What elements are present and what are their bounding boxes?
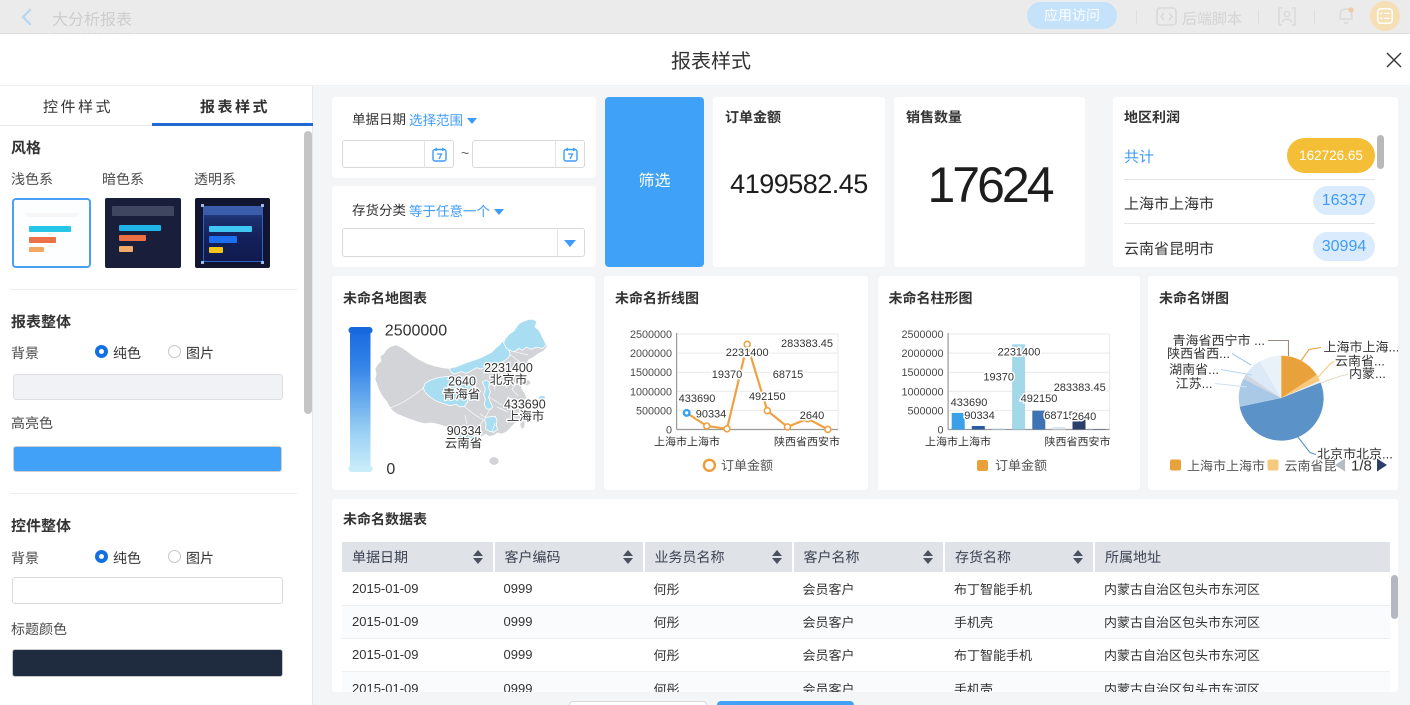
svg-text:上海市上海市: 上海市上海市 [925, 436, 991, 449]
svg-text:北京市: 北京市 [490, 373, 528, 387]
svg-text:云南省昆: 云南省昆 [1285, 459, 1337, 474]
svg-text:2231400: 2231400 [726, 347, 769, 359]
svg-text:433690: 433690 [679, 393, 716, 405]
svg-text:500000: 500000 [636, 405, 672, 417]
svg-text:492150: 492150 [1020, 393, 1057, 405]
svg-text:陕西省西...: 陕西省西... [1167, 346, 1230, 361]
svg-text:内蒙...: 内蒙... [1349, 366, 1386, 381]
svg-text:90334: 90334 [964, 410, 995, 422]
svg-text:1500000: 1500000 [630, 367, 672, 379]
svg-text:283383.45: 283383.45 [781, 338, 833, 350]
svg-text:2640: 2640 [800, 410, 824, 422]
svg-text:68715: 68715 [1044, 410, 1075, 422]
svg-text:90334: 90334 [696, 409, 727, 421]
svg-text:1/8: 1/8 [1351, 458, 1372, 475]
svg-text:2000000: 2000000 [630, 348, 672, 360]
svg-text:湖南省...: 湖南省... [1169, 362, 1219, 377]
svg-text:2640: 2640 [448, 375, 476, 389]
svg-text:1000000: 1000000 [901, 386, 943, 398]
svg-text:68715: 68715 [773, 369, 804, 381]
svg-text:0: 0 [666, 425, 672, 437]
svg-text:433690: 433690 [950, 397, 987, 409]
svg-text:陕西省西安市: 陕西省西安市 [1044, 436, 1110, 449]
svg-text:2640: 2640 [1071, 411, 1095, 423]
svg-text:1500000: 1500000 [901, 367, 943, 379]
svg-text:492150: 492150 [749, 391, 786, 403]
svg-text:上海市: 上海市 [507, 410, 545, 424]
svg-text:1000000: 1000000 [630, 386, 672, 398]
svg-text:2500000: 2500000 [385, 323, 447, 340]
svg-text:上海市上海...: 上海市上海... [1324, 340, 1399, 355]
svg-text:2000000: 2000000 [901, 348, 943, 360]
svg-text:订单金额: 订单金额 [995, 458, 1047, 473]
svg-text:0: 0 [937, 425, 943, 437]
svg-text:500000: 500000 [907, 405, 943, 417]
svg-text:云南省: 云南省 [445, 436, 483, 450]
svg-text:19370: 19370 [712, 369, 743, 381]
svg-text:2500000: 2500000 [901, 329, 943, 341]
svg-text:上海市上海市: 上海市上海市 [654, 436, 720, 449]
svg-text:青海省: 青海省 [443, 388, 481, 402]
svg-text:江苏...: 江苏... [1176, 376, 1213, 391]
svg-text:283383.45: 283383.45 [1053, 382, 1105, 394]
svg-text:陕西省西安市: 陕西省西安市 [774, 436, 840, 449]
svg-text:上海市上海市: 上海市上海市 [1187, 459, 1265, 474]
svg-text:0: 0 [386, 461, 395, 478]
svg-text:19370: 19370 [983, 372, 1014, 384]
svg-text:订单金额: 订单金额 [721, 458, 773, 473]
svg-text:2500000: 2500000 [630, 329, 672, 341]
svg-text:2231400: 2231400 [997, 347, 1040, 359]
